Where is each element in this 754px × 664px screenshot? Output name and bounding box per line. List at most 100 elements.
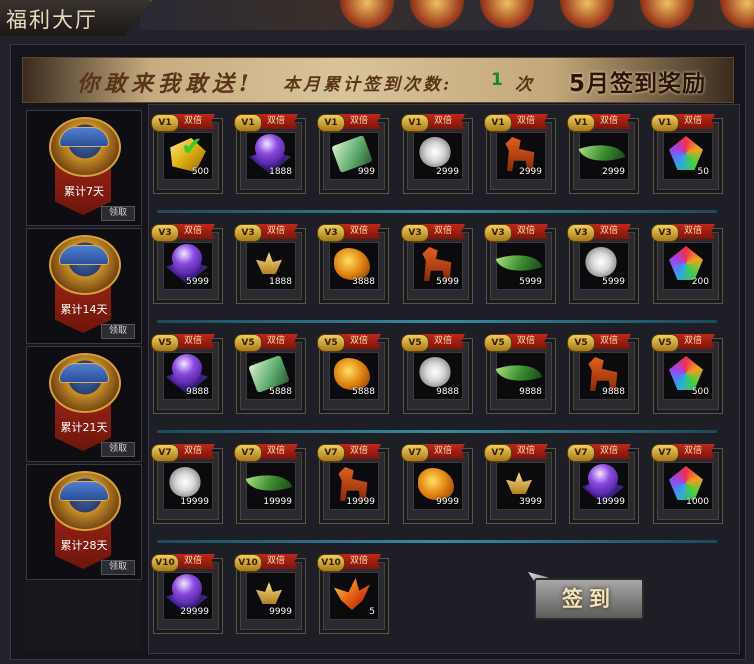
cumulative-days-label: 累计14天	[60, 303, 108, 316]
vip-badge: V5	[401, 334, 429, 352]
white-flower-icon	[419, 137, 451, 167]
reward-cell[interactable]: V7 双倍 3999	[484, 442, 556, 524]
reward-quantity: 5888	[352, 387, 375, 397]
vip-badge: V3	[151, 224, 179, 242]
reward-cell[interactable]: V3 双倍 5999	[401, 222, 473, 304]
reward-quantity: 9888	[186, 387, 209, 397]
orb-sphere	[588, 464, 618, 492]
reward-quantity: 500	[691, 387, 709, 397]
menu-orb-icon[interactable]	[720, 0, 754, 28]
treasure-chest-lid	[59, 363, 109, 383]
cumulative-days-label: 累计28天	[60, 539, 108, 552]
reward-quantity: 500	[191, 167, 209, 177]
reward-cell[interactable]: V5 双倍 9888	[484, 332, 556, 414]
reward-cell[interactable]: V1 双倍 1888	[234, 112, 306, 194]
vip-badge: V7	[151, 444, 179, 462]
vip-badge: V1	[484, 114, 512, 132]
reward-quantity: 5999	[519, 277, 542, 287]
claim-button[interactable]: 领取	[101, 324, 135, 339]
reward-cell[interactable]: V5 双倍 5888	[317, 332, 389, 414]
claim-button[interactable]: 领取	[101, 206, 135, 221]
reward-cell[interactable]: V5 双倍 500	[651, 332, 723, 414]
reward-quantity: 5999	[436, 277, 459, 287]
cumulative-days-label: 累计21天	[60, 421, 108, 434]
reward-cell[interactable]: V3 双倍 3888	[317, 222, 389, 304]
vip-badge: V7	[567, 444, 595, 462]
menu-orb-icon[interactable]	[560, 0, 614, 28]
reward-cell[interactable]: V1 双倍 999	[317, 112, 389, 194]
reward-quantity: 9888	[519, 387, 542, 397]
window-title-tab: 福利大厅	[0, 0, 152, 36]
reward-cell[interactable]: V1 双倍 500 ✔	[151, 112, 223, 194]
reward-quantity: 5999	[602, 277, 625, 287]
signin-count-value: 1	[491, 70, 503, 90]
vip-badge: V5	[234, 334, 262, 352]
reward-cell[interactable]: V10 双倍 9999	[234, 552, 306, 634]
claim-button[interactable]: 领取	[101, 442, 135, 457]
orb-sphere	[172, 354, 202, 382]
signin-count-label: 本月累计签到次数:	[283, 75, 453, 95]
reward-cell[interactable]: V7 双倍 19999	[317, 442, 389, 524]
reward-cell[interactable]: V3 双倍 1888	[234, 222, 306, 304]
cumulative-reward-box: 累计14天领取	[26, 228, 142, 344]
vip-badge: V3	[567, 224, 595, 242]
reward-cell[interactable]: V7 双倍 19999	[151, 442, 223, 524]
reward-cell[interactable]: V5 双倍 9888	[567, 332, 639, 414]
vip-badge: V3	[234, 224, 262, 242]
reward-cell[interactable]: V5 双倍 9888	[401, 332, 473, 414]
reward-cell[interactable]: V7 双倍 19999	[234, 442, 306, 524]
reward-quantity: 19999	[596, 497, 625, 507]
vip-badge: V5	[317, 334, 345, 352]
reward-quantity: 1888	[269, 277, 292, 287]
reward-cell[interactable]: V3 双倍 5999	[484, 222, 556, 304]
white-flower-icon	[419, 357, 451, 387]
reward-quantity: 2999	[602, 167, 625, 177]
reward-cell[interactable]: V7 双倍 19999	[567, 442, 639, 524]
reward-cell[interactable]: V5 双倍 9888	[151, 332, 223, 414]
row-separator	[157, 430, 717, 433]
reward-quantity: 2999	[519, 167, 542, 177]
menu-orb-icon[interactable]	[480, 0, 534, 28]
orb-sphere	[172, 244, 202, 272]
row-separator	[157, 210, 717, 213]
signin-button[interactable]: 签到	[534, 578, 644, 620]
claim-button[interactable]: 领取	[101, 560, 135, 575]
reward-quantity: 2999	[436, 167, 459, 177]
reward-cell[interactable]: V7 双倍 9999	[401, 442, 473, 524]
reward-month-title: 5月签到奖励	[569, 71, 707, 97]
menu-orb-icon[interactable]	[410, 0, 464, 28]
reward-cell[interactable]: V1 双倍 2999	[401, 112, 473, 194]
treasure-chest-lid	[59, 127, 109, 147]
reward-quantity: 200	[691, 277, 709, 287]
reward-cell[interactable]: V3 双倍 5999	[151, 222, 223, 304]
menu-orb-icon[interactable]	[640, 0, 694, 28]
reward-quantity: 3888	[352, 277, 375, 287]
window-title: 福利大厅	[6, 8, 98, 32]
reward-cell[interactable]: V1 双倍 50	[651, 112, 723, 194]
treasure-chest-icon	[49, 235, 121, 295]
treasure-chest-lid	[59, 245, 109, 265]
reward-cell[interactable]: V1 双倍 2999	[567, 112, 639, 194]
reward-cell[interactable]: V7 双倍 1000	[651, 442, 723, 524]
signed-check-icon: ✔	[181, 132, 203, 162]
vip-badge: V3	[317, 224, 345, 242]
vip-badge: V10	[234, 554, 262, 572]
reward-cell[interactable]: V5 双倍 5888	[234, 332, 306, 414]
vip-badge: V1	[234, 114, 262, 132]
reward-cell[interactable]: V3 双倍 5999	[567, 222, 639, 304]
vip-badge: V1	[401, 114, 429, 132]
orb-sphere	[172, 574, 202, 602]
row-separator	[157, 540, 717, 543]
vip-badge: V1	[151, 114, 179, 132]
reward-quantity: 19999	[180, 497, 209, 507]
reward-cell[interactable]: V10 双倍 29999	[151, 552, 223, 634]
reward-cell[interactable]: V1 双倍 2999	[484, 112, 556, 194]
menu-orb-icon[interactable]	[340, 0, 394, 28]
vip-badge: V7	[484, 444, 512, 462]
white-flower-icon	[169, 467, 201, 497]
treasure-chest-icon	[49, 471, 121, 531]
reward-cell[interactable]: V3 双倍 200	[651, 222, 723, 304]
reward-quantity: 5888	[269, 387, 292, 397]
vip-badge: V5	[651, 334, 679, 352]
reward-cell[interactable]: V10 双倍 5	[317, 552, 389, 634]
